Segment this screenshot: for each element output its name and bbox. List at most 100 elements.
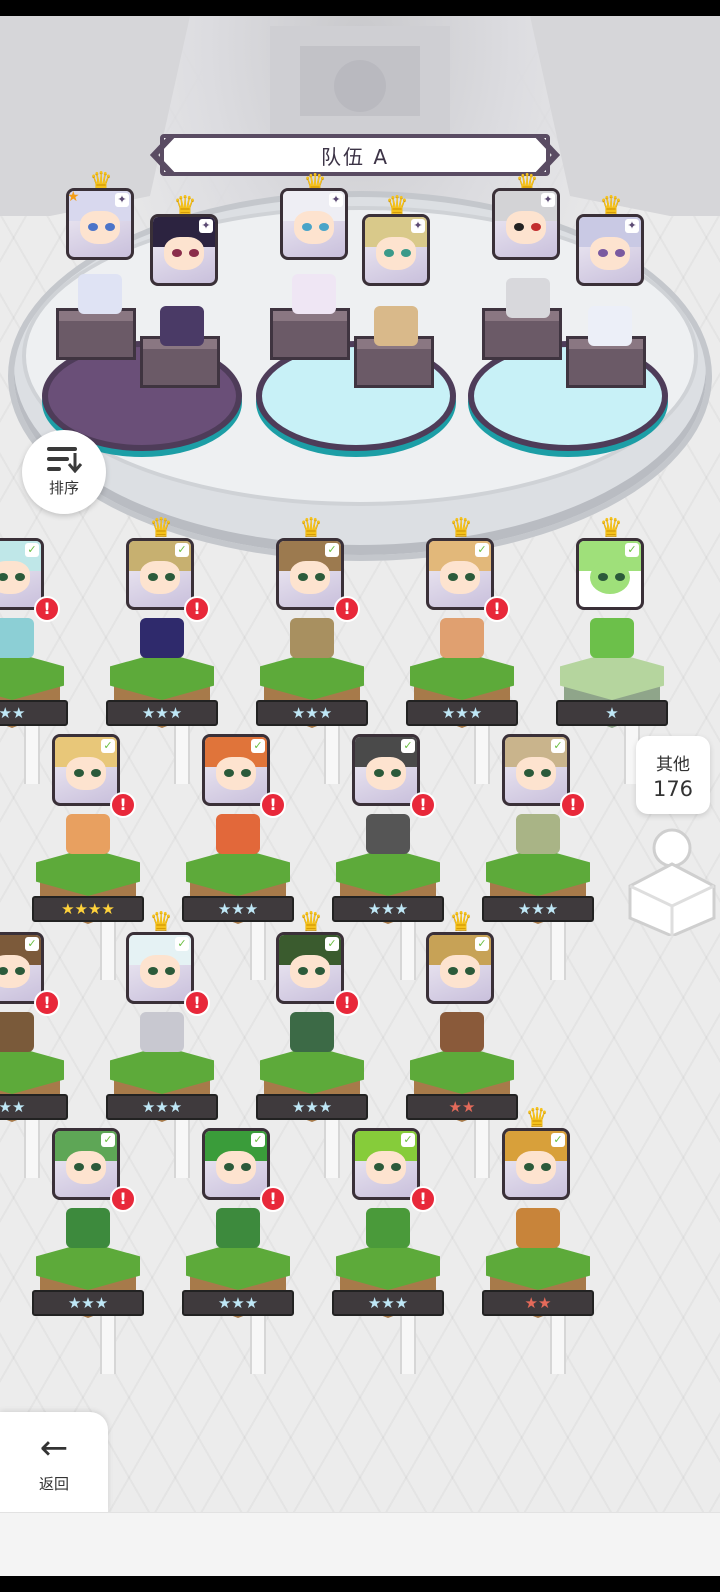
hero-portrait[interactable]: ✓	[202, 1128, 270, 1200]
hero-tile[interactable]: ★★★	[182, 1242, 294, 1328]
star-rating: ★★★	[256, 700, 368, 726]
alert-icon: !	[184, 596, 210, 622]
hero-sprite[interactable]	[516, 814, 560, 854]
alert-icon: !	[110, 1186, 136, 1212]
team-member-portrait[interactable]: ★ ✦	[66, 188, 134, 260]
team-title-bar[interactable]: 队伍 A	[150, 134, 560, 176]
hero-portrait[interactable]: ✓	[352, 734, 420, 806]
alert-icon: !	[110, 792, 136, 818]
hero-sprite[interactable]	[440, 618, 484, 658]
nature-class-icon: ✓	[475, 543, 489, 557]
hero-portrait[interactable]: ✓	[276, 538, 344, 610]
team-member-portrait[interactable]: ✦	[280, 188, 348, 260]
hero-sprite[interactable]	[216, 1208, 260, 1248]
star-rating: ★★★	[106, 1094, 218, 1120]
nature-class-icon: ✓	[325, 543, 339, 557]
star-rating: ★★★	[406, 700, 518, 726]
hero-portrait[interactable]: ✓	[126, 932, 194, 1004]
hero-tile[interactable]: ★★	[0, 1046, 68, 1132]
crown-icon: ♛	[599, 513, 623, 543]
crown-icon: ♛	[449, 513, 473, 543]
hero-sprite[interactable]	[366, 814, 410, 854]
hero-sprite[interactable]	[366, 1208, 410, 1248]
hero-sprite[interactable]	[140, 618, 184, 658]
hero-sprite[interactable]	[292, 274, 336, 314]
alert-icon: !	[334, 990, 360, 1016]
hero-tile[interactable]: ★★★	[332, 1242, 444, 1328]
hero-portrait[interactable]: ✓	[52, 1128, 120, 1200]
nature-class-icon: ✓	[325, 937, 339, 951]
other-heroes-button[interactable]: 其他 176	[636, 736, 710, 814]
hero-tile[interactable]: ★★★	[182, 848, 294, 934]
hero-tile[interactable]: ★★★	[32, 1242, 144, 1328]
hero-sprite[interactable]	[506, 278, 550, 318]
hero-portrait[interactable]: ✓	[52, 734, 120, 806]
hero-sprite[interactable]	[160, 306, 204, 346]
hero-sprite[interactable]	[590, 618, 634, 658]
hero-portrait[interactable]: ✓	[352, 1128, 420, 1200]
class-icon: ✦	[625, 219, 639, 233]
hero-tile[interactable]: ★★	[482, 1242, 594, 1328]
back-arrow-icon: ←	[39, 1427, 69, 1468]
hero-tile[interactable]: ★★★★	[32, 848, 144, 934]
chevron-left-icon[interactable]	[150, 134, 176, 176]
hero-sprite[interactable]	[290, 1012, 334, 1052]
hero-portrait[interactable]: ✓	[126, 538, 194, 610]
hero-tile[interactable]: ★★	[406, 1046, 518, 1132]
star-rating: ★★★	[332, 1290, 444, 1316]
hero-sprite[interactable]	[66, 814, 110, 854]
hero-sprite[interactable]	[588, 306, 632, 346]
nature-class-icon: ✓	[475, 937, 489, 951]
hero-portrait[interactable]: ✓	[426, 932, 494, 1004]
pedestal	[56, 308, 136, 360]
team-member-portrait[interactable]: ✦	[150, 214, 218, 286]
star-rating: ★★	[406, 1094, 518, 1120]
hero-tile[interactable]: ★	[556, 652, 668, 738]
hero-tile[interactable]: ★★★	[256, 1046, 368, 1132]
back-button[interactable]: ← 返回	[0, 1412, 108, 1512]
hero-portrait[interactable]: ✓	[276, 932, 344, 1004]
hero-sprite[interactable]	[374, 306, 418, 346]
class-icon: ✦	[411, 219, 425, 233]
alert-icon: !	[410, 792, 436, 818]
hero-tile[interactable]: ★★	[0, 652, 68, 738]
sort-button[interactable]: 排序	[22, 430, 106, 514]
hero-portrait[interactable]: ✓	[502, 734, 570, 806]
hero-portrait[interactable]: ✓	[426, 538, 494, 610]
pedestal	[270, 308, 350, 360]
team-member-portrait[interactable]: ✦	[492, 188, 560, 260]
hero-sprite[interactable]	[78, 274, 122, 314]
nature-class-icon: ✓	[101, 739, 115, 753]
hero-tile[interactable]: ★★★	[106, 652, 218, 738]
class-icon: ✦	[115, 193, 129, 207]
hero-sprite[interactable]	[0, 618, 34, 658]
empty-slot-icon	[628, 828, 716, 936]
hero-sprite[interactable]	[516, 1208, 560, 1248]
hero-sprite[interactable]	[0, 1012, 34, 1052]
star-rating: ★★	[0, 700, 68, 726]
star-rating: ★★★	[482, 896, 594, 922]
hero-tile[interactable]: ★★★	[406, 652, 518, 738]
hero-tile[interactable]: ★★★	[332, 848, 444, 934]
hero-sprite[interactable]	[140, 1012, 184, 1052]
game-screen: 队伍 A ♛ ★ ✦ ♛ ✦ ♛ ✦ ♛ ✦ ♛ ✦ ♛ ✦ 排序 ✓ ! ★★…	[0, 16, 720, 1576]
hero-sprite[interactable]	[440, 1012, 484, 1052]
hero-portrait[interactable]: ✓	[202, 734, 270, 806]
hero-tile[interactable]: ★★★	[256, 652, 368, 738]
nature-class-icon: ✓	[401, 1133, 415, 1147]
hero-portrait[interactable]: ✓	[502, 1128, 570, 1200]
crown-icon: ♛	[173, 191, 197, 221]
class-icon: ✦	[199, 219, 213, 233]
alert-icon: !	[260, 1186, 286, 1212]
crown-icon: ♛	[525, 1103, 549, 1133]
hero-tile[interactable]: ★★★	[106, 1046, 218, 1132]
hero-tile[interactable]: ★★★	[482, 848, 594, 934]
hero-sprite[interactable]	[66, 1208, 110, 1248]
team-member-portrait[interactable]: ✦	[362, 214, 430, 286]
hero-sprite[interactable]	[290, 618, 334, 658]
class-icon: ✦	[329, 193, 343, 207]
hero-portrait[interactable]: ✓	[576, 538, 644, 610]
hero-sprite[interactable]	[216, 814, 260, 854]
team-member-portrait[interactable]: ✦	[576, 214, 644, 286]
star-rating: ★	[556, 700, 668, 726]
